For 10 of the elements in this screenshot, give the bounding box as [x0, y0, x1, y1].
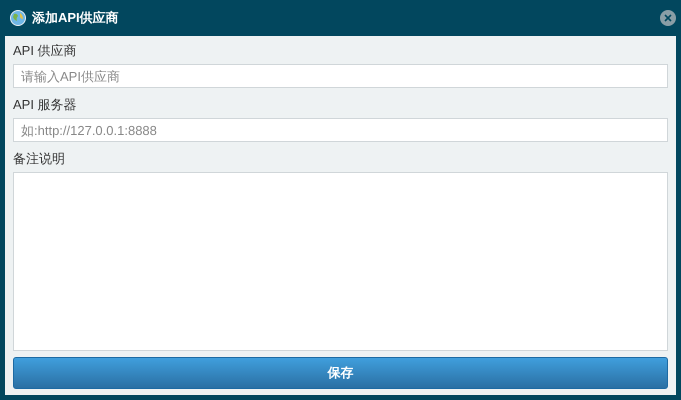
field-label: API 服务器: [13, 96, 78, 114]
field-label: API 供应商: [13, 42, 78, 60]
window-title: 添加API供应商: [32, 9, 119, 27]
field-label: 备注说明: [13, 150, 66, 168]
save-button[interactable]: 保存: [13, 357, 668, 389]
input-field[interactable]: 请输入API供应商: [13, 64, 668, 88]
close-icon: [660, 10, 676, 26]
close-button[interactable]: [660, 10, 676, 26]
input-field[interactable]: 如:http://127.0.0.1:8888: [13, 118, 668, 142]
globe-icon: [10, 10, 26, 26]
